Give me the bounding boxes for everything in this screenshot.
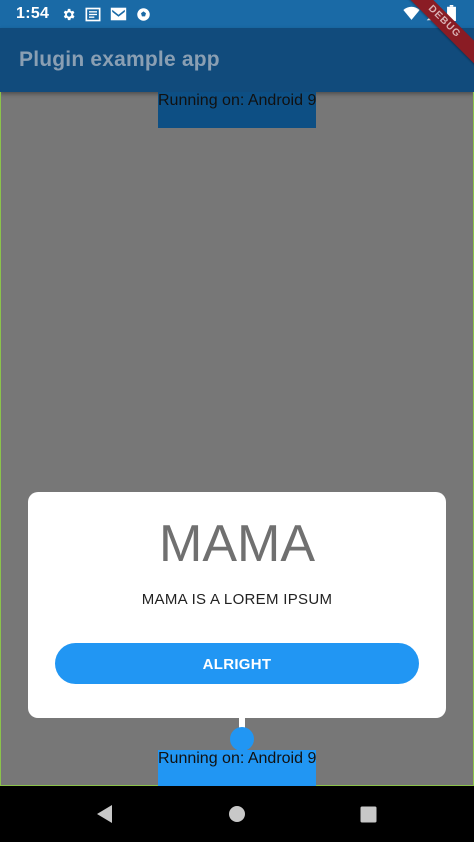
page-title: Plugin example app	[19, 48, 220, 71]
alright-button[interactable]: ALRIGHT	[55, 643, 419, 684]
wifi-icon	[403, 6, 420, 26]
status-notification-icons	[61, 7, 151, 22]
running-on-bottom-text: Running on: Android 9	[158, 750, 317, 767]
running-on-top-text: Running on: Android 9	[158, 92, 317, 109]
running-on-bottom-box: Running on: Android 9	[158, 750, 316, 786]
gear-icon	[61, 7, 76, 22]
mail-icon	[110, 7, 127, 21]
app-bar: Plugin example app	[0, 28, 474, 92]
recent-apps-icon[interactable]	[343, 786, 393, 842]
screen: 1:54 Plugin example app DEBUG Running on…	[0, 0, 474, 842]
dialog-message: MAMA IS A LOREM IPSUM	[141, 591, 333, 608]
status-time: 1:54	[16, 5, 50, 22]
dialog-title: MAMA	[159, 515, 315, 573]
connector-dot	[230, 727, 254, 751]
status-bar: 1:54	[0, 0, 474, 28]
navigation-bar	[0, 786, 474, 842]
running-on-top-box: Running on: Android 9	[158, 92, 316, 128]
back-icon[interactable]	[80, 786, 130, 842]
soccer-ball-icon	[136, 7, 151, 22]
home-icon[interactable]	[212, 786, 262, 842]
news-icon	[85, 7, 101, 22]
alert-dialog: MAMA MAMA IS A LOREM IPSUM ALRIGHT	[28, 492, 446, 718]
